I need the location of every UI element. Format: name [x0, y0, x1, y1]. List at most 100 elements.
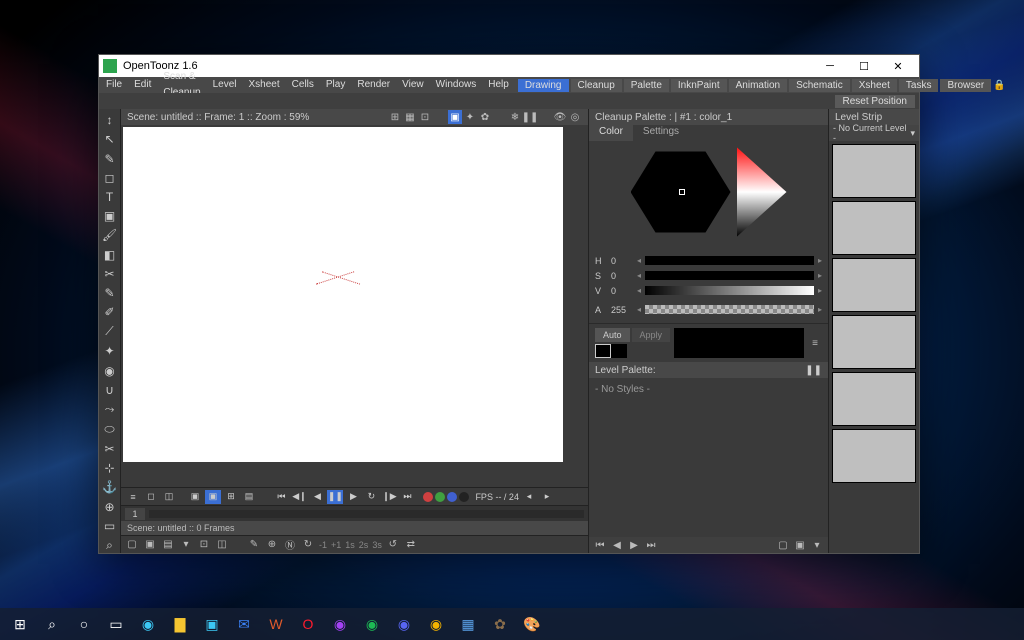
room-tab-tasks[interactable]: Tasks: [899, 79, 939, 92]
discord-icon[interactable]: ◉: [390, 611, 418, 637]
v-slider[interactable]: [645, 286, 814, 295]
freeze-icon[interactable]: ❄: [508, 110, 522, 124]
gimp-icon[interactable]: ✿: [486, 611, 514, 637]
room-tab-cleanup[interactable]: Cleanup: [571, 79, 622, 92]
new-page-icon[interactable]: ▣: [793, 538, 807, 552]
move-tool[interactable]: ↖: [102, 132, 118, 146]
level-strip-combo[interactable]: - No Current Level -▾: [829, 125, 919, 141]
menu-edit[interactable]: Edit: [129, 77, 156, 93]
selection-tool[interactable]: ↕: [102, 113, 118, 127]
step-3s[interactable]: 3s: [372, 540, 382, 550]
pump-tool[interactable]: ◉: [102, 363, 118, 377]
palette-menu-icon[interactable]: ≡: [808, 336, 822, 350]
a-slider[interactable]: [645, 305, 814, 314]
control-point-tool[interactable]: ⟋: [102, 324, 118, 339]
histogram-icon[interactable]: ▤: [241, 490, 257, 504]
canvas-area[interactable]: [121, 125, 588, 487]
drawing-canvas[interactable]: [123, 127, 563, 462]
hue-hexagon[interactable]: [631, 147, 731, 237]
tab-color[interactable]: Color: [589, 125, 633, 141]
loop-button[interactable]: ↻: [363, 490, 379, 504]
a-inc-icon[interactable]: ▸: [818, 305, 822, 314]
room-tab-drawing[interactable]: Drawing: [518, 79, 569, 92]
snapshot-icon[interactable]: ◻: [143, 490, 159, 504]
reverse-icon[interactable]: ⇄: [404, 538, 418, 552]
word-icon[interactable]: W: [262, 611, 290, 637]
camera-view-icon[interactable]: ✿: [478, 110, 492, 124]
minimize-button[interactable]: ─: [813, 55, 847, 77]
tracker-tool[interactable]: ⊕: [102, 499, 118, 513]
store-icon[interactable]: ▣: [198, 611, 226, 637]
h-slider[interactable]: [645, 256, 814, 265]
last-frame-button[interactable]: ⏭: [399, 490, 415, 504]
spotify-icon[interactable]: ◉: [358, 611, 386, 637]
grid-icon[interactable]: ⊡: [418, 110, 432, 124]
step-minus1[interactable]: -1: [319, 540, 327, 550]
reframe-icon[interactable]: ↺: [386, 538, 400, 552]
magnet-tool[interactable]: ∪: [102, 383, 118, 397]
step-plus1[interactable]: +1: [331, 540, 341, 550]
note-icon[interactable]: ⊕: [265, 538, 279, 552]
menu-play[interactable]: Play: [321, 77, 350, 93]
pinch-tool[interactable]: ✦: [102, 344, 118, 358]
first-frame-button[interactable]: ⏮: [273, 490, 289, 504]
rgb-picker-tool[interactable]: ✐: [102, 305, 118, 319]
frame-slider-track[interactable]: [149, 510, 584, 518]
style-picker-tool[interactable]: ✎: [102, 286, 118, 300]
repeat-icon[interactable]: Ⓝ: [283, 538, 297, 552]
tab-settings[interactable]: Settings: [633, 125, 689, 141]
a-dec-icon[interactable]: ◂: [637, 305, 641, 314]
frame-thumbnail[interactable]: [832, 372, 916, 426]
start-icon[interactable]: ⊞: [6, 611, 34, 637]
auto-button[interactable]: Auto: [595, 328, 630, 342]
step-1s[interactable]: 1s: [345, 540, 355, 550]
menu-windows[interactable]: Windows: [431, 77, 482, 93]
s-inc-icon[interactable]: ▸: [818, 271, 822, 280]
play-button[interactable]: ▶: [345, 490, 361, 504]
s-dec-icon[interactable]: ◂: [637, 271, 641, 280]
fill-tool[interactable]: ▣: [102, 209, 118, 223]
3d-view-icon[interactable]: ✦: [463, 110, 477, 124]
opera-icon[interactable]: O: [294, 611, 322, 637]
red-channel-icon[interactable]: [423, 492, 433, 502]
zoom-tool[interactable]: ⌕: [102, 538, 118, 553]
frame-thumbnail[interactable]: [832, 201, 916, 255]
current-frame-field[interactable]: 1: [125, 508, 145, 520]
prev-frame-button[interactable]: ◀❙: [291, 490, 307, 504]
new-vector-icon[interactable]: ▤: [161, 538, 175, 552]
close-button[interactable]: ✕: [881, 55, 915, 77]
new-raster-icon[interactable]: ▣: [143, 538, 157, 552]
palette-nav-next-icon[interactable]: ▶: [627, 538, 641, 552]
new-style-icon[interactable]: ▢: [776, 538, 790, 552]
menu-cells[interactable]: Cells: [287, 77, 319, 93]
palette-nav-first-icon[interactable]: ⏮: [593, 538, 607, 552]
close-subxsheet-icon[interactable]: ◫: [215, 538, 229, 552]
palette-nav-prev-icon[interactable]: ◀: [610, 538, 624, 552]
cortana-icon[interactable]: ○: [70, 611, 98, 637]
matte-channel-icon[interactable]: [459, 492, 469, 502]
level-strip-frames[interactable]: [829, 141, 919, 553]
lock-icon[interactable]: 🔒: [993, 80, 1005, 91]
menu-xsheet[interactable]: Xsheet: [244, 77, 285, 93]
fps-down-button[interactable]: ◂: [521, 490, 537, 504]
eraser-tool[interactable]: ◧: [102, 247, 118, 261]
room-tab-browser[interactable]: Browser: [940, 79, 991, 92]
edge-icon[interactable]: ◉: [134, 611, 162, 637]
sv-triangle[interactable]: [737, 147, 787, 237]
maximize-button[interactable]: ☐: [847, 55, 881, 77]
previous-swatch[interactable]: [611, 344, 627, 358]
h-dec-icon[interactable]: ◂: [637, 256, 641, 265]
paint-brush-tool[interactable]: 🖌: [102, 228, 118, 242]
new-level-icon[interactable]: ▢: [125, 538, 139, 552]
autoinput-icon[interactable]: ↻: [301, 538, 315, 552]
chrome-icon[interactable]: ◉: [422, 611, 450, 637]
menu-view[interactable]: View: [397, 77, 429, 93]
skeleton-tool[interactable]: ⊹: [102, 461, 118, 475]
frame-thumbnail[interactable]: [832, 258, 916, 312]
frame-thumbnail[interactable]: [832, 144, 916, 198]
hamburger-icon[interactable]: ≡: [125, 490, 141, 504]
search-icon[interactable]: ⌕: [38, 611, 66, 637]
brush-tool[interactable]: ✎: [102, 151, 118, 165]
menu-level[interactable]: Level: [208, 77, 242, 93]
toggle-edit-icon[interactable]: ✎: [247, 538, 261, 552]
